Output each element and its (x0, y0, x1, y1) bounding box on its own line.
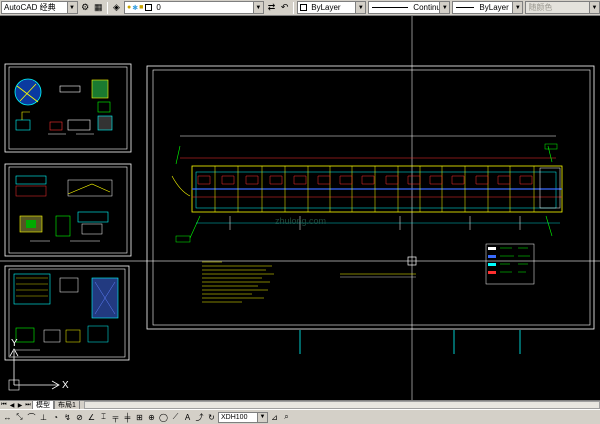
layer-combo-value: 0 (156, 3, 161, 12)
detail-sheet-2 (4, 163, 132, 257)
layer-previous-icon[interactable]: ↶ (279, 2, 290, 14)
chevron-down-icon: ▼ (512, 2, 523, 13)
properties-toolbar: AutoCAD 经典 ▼ ⚙ ▦ ◈ ● ✱ ■ 0 ▼ ⇄ ↶ ByLayer… (0, 0, 600, 16)
oblique-icon[interactable]: ⟋ (170, 412, 181, 423)
lineweight-preview (456, 7, 475, 8)
tolerance-icon[interactable]: ⊞ (134, 412, 145, 423)
ucs-x-label: X (62, 380, 69, 391)
layer-freeze-icon: ✱ (132, 4, 139, 12)
lineweight-combo[interactable]: ByLayer ▼ (452, 1, 524, 14)
arc-icon[interactable]: ⌒ (26, 412, 37, 423)
dim-style-combo[interactable]: XDH100 ▼ (218, 411, 268, 423)
text-edit-icon[interactable]: A (182, 412, 193, 423)
ucs-icon: X Y (8, 338, 69, 391)
continue-icon[interactable]: ╪ (122, 412, 133, 423)
layer-color-icon (145, 4, 153, 11)
next-tab-icon[interactable]: ▶ (16, 401, 24, 409)
toolbar-separator (293, 1, 295, 14)
model-space-canvas[interactable]: zhulong.com X Y (0, 16, 600, 400)
main-plan-sheet (146, 65, 595, 354)
radius-icon[interactable]: ◔ (50, 412, 61, 423)
linetype-combo-value: Continuous (413, 3, 439, 12)
layer-lock-icon: ■ (139, 4, 144, 11)
chevron-down-icon: ▼ (588, 2, 599, 13)
center-mark-icon[interactable]: ⊕ (146, 412, 157, 423)
dimension-toolbar: ↔ ⤡ ⌒ ⊥ ◔ ↯ ⊘ ∠ ⌶ ╤ ╪ ⊞ ⊕ ◯ ⟋ A ⤴ ↻ XDH1… (0, 409, 600, 424)
toolbar-separator (106, 1, 108, 14)
dim-style-combo-value: XDH100 (221, 413, 248, 421)
detail-sheet-3 (4, 265, 130, 361)
drawing-svg: zhulong.com X Y (0, 16, 600, 400)
horizontal-scrollbar[interactable] (83, 401, 600, 409)
quick-dim-icon[interactable]: ⌶ (98, 412, 109, 423)
layer-properties-icon[interactable]: ▦ (93, 2, 104, 14)
zoom-icon[interactable]: ⌕ (281, 412, 292, 423)
detail-sheet-1 (4, 63, 132, 153)
jogged-icon[interactable]: ↯ (62, 412, 73, 423)
plotstyle-combo-value: 随颜色 (528, 3, 553, 12)
linetype-preview (372, 7, 409, 8)
first-tab-icon[interactable]: ⏮ (0, 401, 8, 409)
dim-style-icon[interactable]: ⊿ (269, 412, 280, 423)
angle-icon[interactable]: ∠ (86, 412, 97, 423)
chevron-down-icon: ▼ (355, 2, 366, 13)
ordinate-icon[interactable]: ⊥ (38, 412, 49, 423)
lineweight-combo-value: ByLayer (479, 3, 509, 12)
make-current-icon[interactable]: ⇄ (266, 2, 277, 14)
legend-block (485, 243, 535, 285)
chevron-down-icon: ▼ (439, 2, 450, 13)
layer-combo[interactable]: ● ✱ ■ 0 ▼ (124, 1, 264, 14)
layout-tab-bar: ⏮ ◀ ▶ ⏭ 模型 布局1 (0, 400, 600, 410)
dimension-icon[interactable]: ↔ (2, 412, 13, 423)
workspace-combo-value: AutoCAD 经典 (4, 3, 56, 12)
chevron-down-icon: ▼ (257, 412, 267, 422)
baseline-icon[interactable]: ╤ (110, 412, 121, 423)
color-combo-value: ByLayer (311, 3, 341, 12)
plotstyle-combo: 随颜色 ▼ (525, 1, 600, 14)
autocad-window: AutoCAD 经典 ▼ ⚙ ▦ ◈ ● ✱ ■ 0 ▼ ⇄ ↶ ByLayer… (0, 0, 600, 424)
watermark: zhulong.com (275, 216, 326, 226)
ucs-y-label: Y (11, 338, 18, 349)
circle-icon[interactable]: ◯ (158, 412, 169, 423)
text-angle-icon[interactable]: ⤴ (194, 412, 205, 423)
aligned-dim-icon[interactable]: ⤡ (14, 412, 25, 423)
color-swatch-icon (300, 4, 308, 11)
workspace-settings-icon[interactable]: ⚙ (80, 2, 91, 14)
last-tab-icon[interactable]: ⏭ (24, 401, 32, 409)
layer-state-icon[interactable]: ◈ (111, 2, 122, 14)
prev-tab-icon[interactable]: ◀ (8, 401, 16, 409)
linetype-combo[interactable]: Continuous ▼ (368, 1, 451, 14)
color-combo[interactable]: ByLayer ▼ (297, 1, 367, 14)
workspace-combo[interactable]: AutoCAD 经典 ▼ (1, 1, 78, 14)
notes-block (202, 261, 274, 303)
update-icon[interactable]: ↻ (206, 412, 217, 423)
diameter-icon[interactable]: ⊘ (74, 412, 85, 423)
chevron-down-icon: ▼ (66, 2, 77, 13)
chevron-down-icon: ▼ (252, 2, 263, 13)
